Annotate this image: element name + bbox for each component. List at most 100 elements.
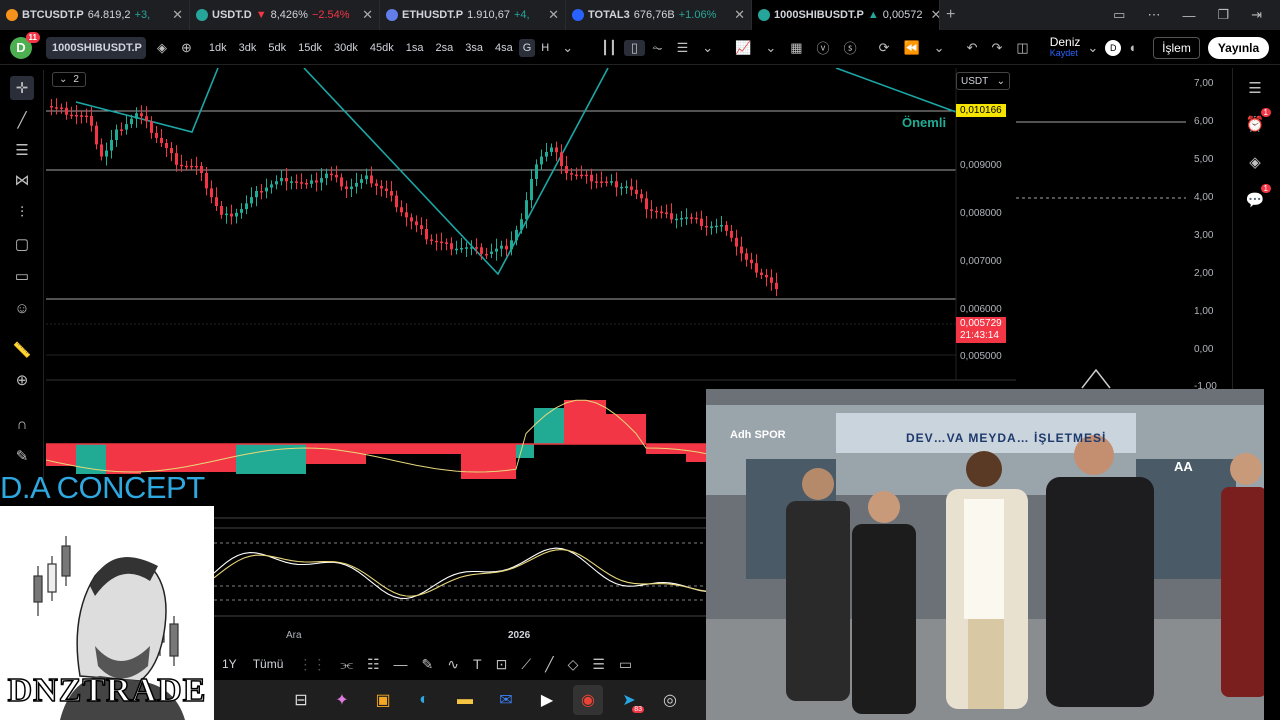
text-note-icon[interactable]: ▭: [10, 264, 34, 288]
timeframe-4sa[interactable]: 4sa: [489, 42, 519, 54]
drag-handle-icon[interactable]: ⋮⋮: [291, 656, 333, 673]
tradingview-icon[interactable]: ▶: [532, 685, 562, 715]
indicators-icon[interactable]: ☰: [670, 40, 696, 56]
brush-icon[interactable]: ✎: [415, 656, 441, 673]
chevron-down-icon[interactable]: ⌄: [555, 40, 580, 56]
fib-icon[interactable]: ☰: [10, 138, 34, 162]
browser-tab-ethusdt[interactable]: ETHUSDT.P 1.910,67 +4, ✕: [380, 0, 566, 30]
browser-tab-1000shib[interactable]: 1000SHIBUSDT.P ▲ 0,00572 ✕: [752, 0, 940, 30]
candles-icon[interactable]: ▯: [623, 39, 645, 56]
restore-icon[interactable]: ❐: [1217, 7, 1229, 23]
ruler-icon[interactable]: 📏: [10, 338, 34, 362]
minimize-icon[interactable]: —: [1182, 8, 1195, 23]
browser-tab-total3[interactable]: TOTAL3 676,76B +1.06% ✕: [566, 0, 752, 30]
chrome-icon[interactable]: ◉: [573, 685, 603, 715]
file-explorer-icon[interactable]: ▬: [450, 685, 480, 715]
new-tab-button[interactable]: +: [940, 0, 970, 30]
timeframe-3sa[interactable]: 3sa: [459, 42, 489, 54]
line-tool-icon[interactable]: ╱: [538, 656, 560, 673]
emoji-icon[interactable]: ☺: [10, 296, 34, 320]
zoom-icon[interactable]: ⊕: [10, 368, 34, 392]
alert-icon[interactable]: ⟳: [872, 40, 897, 56]
layers-icon[interactable]: ◈: [1243, 150, 1267, 174]
chevron-down-icon[interactable]: ⌄: [695, 40, 720, 56]
compare-add-icon[interactable]: ⊕: [174, 40, 199, 56]
timeframe-5dk[interactable]: 5dk: [262, 42, 292, 54]
magnet-icon[interactable]: ∩: [10, 412, 34, 436]
line-style-icon[interactable]: ⏦: [645, 40, 670, 56]
secondary-chart-pane[interactable]: 7,00 6,00 5,00 4,00 3,00 2,00 1,00 0,00 …: [1016, 68, 1230, 398]
user-block[interactable]: Deniz Kaydet: [1050, 36, 1081, 59]
shapes-icon[interactable]: ▢: [10, 232, 34, 256]
range-all-button[interactable]: Tümü: [245, 657, 292, 671]
chat-icon[interactable]: 💬 1: [1243, 184, 1271, 212]
exit-icon[interactable]: ⇥: [1251, 7, 1262, 23]
horizontal-line-icon[interactable]: —: [387, 656, 415, 672]
fork-tool-icon[interactable]: ⫘: [333, 656, 360, 673]
timeframe-3dk[interactable]: 3dk: [233, 42, 263, 54]
chart-annotation[interactable]: Önemli: [902, 115, 946, 130]
chevron-down-icon[interactable]: ⌄: [927, 40, 952, 56]
path-icon[interactable]: ∿: [440, 656, 466, 673]
forecast-icon[interactable]: ⫶: [10, 200, 34, 224]
lock-draw-icon[interactable]: ✎: [10, 444, 34, 468]
timeframe-G[interactable]: G: [518, 38, 536, 57]
undo-icon[interactable]: ↶: [960, 40, 985, 56]
timeframe-H[interactable]: H: [535, 42, 555, 54]
range-1y-button[interactable]: 1Y: [214, 657, 245, 671]
close-tab-icon[interactable]: ✕: [358, 7, 373, 23]
chevron-down-icon[interactable]: ⌄: [1080, 40, 1105, 56]
trendline[interactable]: [835, 67, 957, 113]
levels-icon[interactable]: ☰: [585, 656, 612, 673]
s-icon[interactable]: ⓢ: [837, 38, 864, 57]
close-tab-icon[interactable]: ✕: [168, 7, 183, 23]
trade-button[interactable]: İşlem: [1153, 36, 1200, 59]
close-tab-icon[interactable]: ✕: [927, 7, 939, 23]
timeframe-30dk[interactable]: 30dk: [328, 42, 364, 54]
browser-tab-usdtd[interactable]: USDT.D ▼ 8,426% −2.54% ✕: [190, 0, 380, 30]
chart-type-icon[interactable]: 📈: [728, 40, 758, 56]
redo-icon[interactable]: ↷: [984, 40, 1009, 56]
templates-icon[interactable]: ▦: [783, 40, 809, 56]
trendline-icon[interactable]: ╱: [10, 108, 34, 132]
telegram-icon[interactable]: ➤ 83: [614, 685, 644, 715]
more-icon[interactable]: ⋯: [1147, 7, 1160, 23]
mail-icon[interactable]: ✉: [491, 685, 521, 715]
diamond-icon[interactable]: ◈: [150, 40, 174, 56]
callout-icon[interactable]: ▭: [612, 656, 639, 673]
watchlist-icon[interactable]: ☰: [1243, 76, 1267, 100]
browser-tab-btcusdt[interactable]: BTCUSDT.P 64.819,2 +3, ✕: [0, 0, 190, 30]
currency-select[interactable]: USDT ⌄: [956, 72, 1010, 90]
timeframe-1sa[interactable]: 1sa: [400, 42, 430, 54]
symbol-search[interactable]: 1000SHIBUSDT.P: [46, 36, 146, 59]
pane-collapse-button[interactable]: ⌄ 2: [52, 72, 86, 87]
price-label-icon[interactable]: ⊡: [489, 656, 515, 673]
video-overlay[interactable]: Adh SPOR DEV…VA MEYDA… İŞLETMESİ AA: [706, 389, 1264, 720]
recorder-icon[interactable]: ◎: [655, 685, 685, 715]
text-tool-icon[interactable]: T: [466, 656, 489, 672]
timeframe-1dk[interactable]: 1dk: [203, 42, 233, 54]
user-avatar-icon[interactable]: D: [1105, 39, 1122, 56]
replay-icon[interactable]: ⏪: [896, 40, 926, 56]
edge-icon[interactable]: ◐: [409, 685, 439, 715]
close-tab-icon[interactable]: ✕: [544, 7, 559, 23]
timeframe-15dk[interactable]: 15dk: [292, 42, 328, 54]
close-tab-icon[interactable]: ✕: [730, 7, 745, 23]
store-icon[interactable]: ▣: [368, 685, 398, 715]
ray-icon[interactable]: ⟋: [514, 656, 538, 673]
chevron-down-icon[interactable]: ⌄: [758, 40, 783, 56]
alarm-clock-icon[interactable]: ⏰ 1: [1243, 108, 1271, 136]
layout-icon[interactable]: ▭: [1113, 7, 1125, 23]
crosshair-icon[interactable]: ✛: [10, 76, 34, 100]
fib-tool-icon[interactable]: ☷: [360, 656, 387, 673]
avatar[interactable]: D 11: [10, 31, 40, 59]
timeframe-45dk[interactable]: 45dk: [364, 42, 400, 54]
v-icon[interactable]: ⓥ: [810, 38, 837, 57]
bar-style-icon[interactable]: ┃┃: [594, 40, 624, 56]
publish-button[interactable]: Yayınla: [1207, 36, 1270, 59]
half-moon-icon[interactable]: ◖: [1121, 40, 1143, 55]
layout-panel-icon[interactable]: ◫: [1009, 40, 1035, 56]
ellipse-icon[interactable]: ◇: [561, 656, 586, 673]
task-view-icon[interactable]: ⊟: [286, 685, 316, 715]
pattern-icon[interactable]: ⋈: [10, 168, 34, 192]
